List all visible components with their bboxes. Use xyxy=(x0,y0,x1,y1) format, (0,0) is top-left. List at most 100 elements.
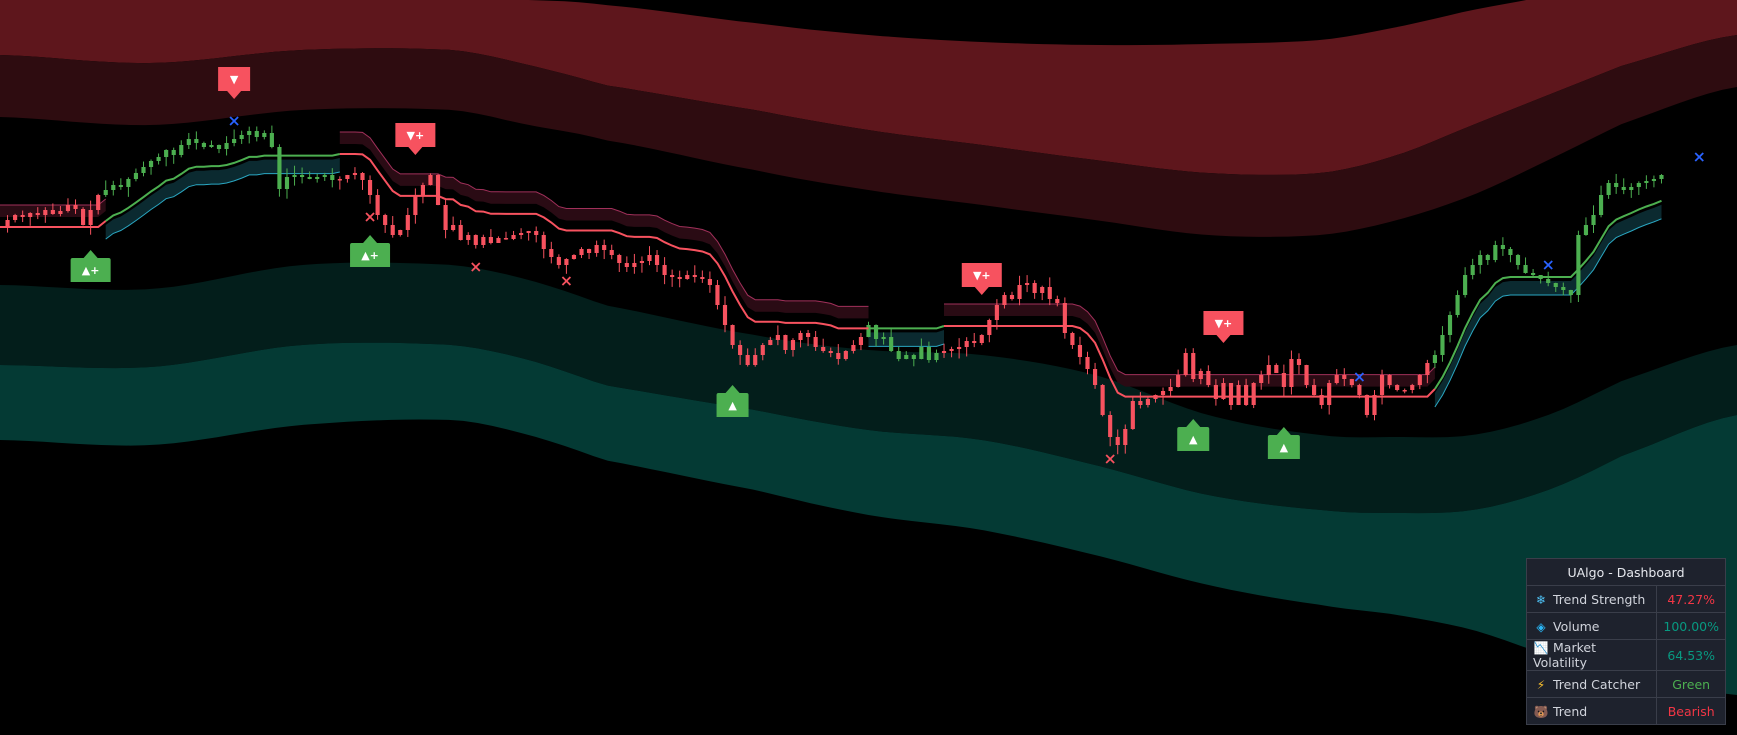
candle-body xyxy=(1160,391,1166,395)
candle-body xyxy=(904,355,909,359)
candle-body xyxy=(775,335,780,340)
candle-body xyxy=(1432,355,1437,363)
candle-body xyxy=(685,275,690,279)
support-cloud xyxy=(1434,204,1662,407)
dashboard-label: Trend Catcher xyxy=(1553,676,1641,692)
candle-body xyxy=(964,341,969,347)
candle-body xyxy=(1047,287,1052,299)
candle-body xyxy=(428,175,433,185)
candle-body xyxy=(1357,385,1362,395)
candle-body xyxy=(1191,353,1196,379)
candle-body xyxy=(919,347,924,359)
dashboard-row: ◈ Volume 100.00% xyxy=(1525,612,1726,640)
candle-body xyxy=(1410,385,1415,390)
candle-body xyxy=(692,275,697,277)
candle-body xyxy=(186,139,191,145)
candle-body xyxy=(700,277,705,279)
candle-body xyxy=(549,249,554,257)
candle-body xyxy=(1395,385,1400,390)
candle-body xyxy=(1266,365,1271,375)
candle-body xyxy=(73,205,78,209)
candle-body xyxy=(1440,335,1445,355)
candle-body xyxy=(390,225,395,235)
candle-body xyxy=(564,259,569,265)
candle-body xyxy=(934,353,939,360)
candle-body xyxy=(307,177,312,179)
candle-body xyxy=(80,209,86,225)
candle-body xyxy=(35,213,40,215)
candle-body xyxy=(1364,395,1370,415)
candle-body xyxy=(624,263,629,267)
dashboard-row: 🐻 Trend Bearish xyxy=(1525,697,1726,725)
buy-signal-label: ▲+ xyxy=(350,235,391,267)
candle-body xyxy=(1508,249,1513,255)
candle-body xyxy=(579,249,584,255)
chart-down-icon: 📉 xyxy=(1533,641,1549,655)
candle-body xyxy=(254,131,259,137)
candle-body xyxy=(571,255,577,259)
candle-body xyxy=(1349,379,1354,385)
candle-body xyxy=(1077,345,1083,357)
candle-body xyxy=(65,205,71,211)
candle-body xyxy=(632,263,637,267)
candle-body xyxy=(1379,375,1385,395)
candle-body xyxy=(194,139,199,143)
candle-body xyxy=(843,351,848,359)
signal-text: ▼+ xyxy=(973,269,991,282)
candle-body xyxy=(458,225,463,240)
candle-body xyxy=(1040,287,1045,293)
candle-body xyxy=(602,245,607,250)
candle-body xyxy=(753,355,758,365)
candle-body xyxy=(851,345,856,351)
price-chart[interactable]: ▲+ ▼ ▲+ ▼+ ▲ ▼+ ▲ ▼+ ▲ xyxy=(0,0,1737,735)
candle-body xyxy=(1092,369,1098,385)
candle-body xyxy=(1606,183,1611,195)
candle-body xyxy=(806,333,811,337)
lightning-icon: ⚡ xyxy=(1536,677,1546,692)
candle-body xyxy=(926,347,931,360)
candle-body xyxy=(654,255,660,265)
x-mark-red xyxy=(365,212,375,222)
candle-body xyxy=(103,190,108,195)
signal-text: ▲+ xyxy=(361,249,379,262)
candle-body xyxy=(1485,255,1490,260)
dashboard-label-cell: ❄ Trend Strength xyxy=(1525,585,1658,613)
candle-body xyxy=(1312,385,1317,395)
signal-text: ▼+ xyxy=(1215,317,1233,330)
candle-body xyxy=(1251,383,1256,405)
candle-body xyxy=(224,143,229,149)
candle-body xyxy=(1493,245,1498,260)
candle-body xyxy=(1108,415,1113,437)
candle-body xyxy=(383,215,388,225)
candle-body xyxy=(760,345,765,355)
candle-body xyxy=(1583,225,1589,235)
candle-body xyxy=(957,347,962,349)
candle-body xyxy=(216,145,222,149)
candle-body xyxy=(179,145,184,155)
trend-line-bull xyxy=(868,325,945,330)
candle-body xyxy=(1236,385,1241,405)
candle-body xyxy=(1478,255,1483,265)
snowflake-icon: ❄ xyxy=(1535,592,1547,607)
candle-body xyxy=(911,355,916,359)
dashboard-label-cell: ⚡ Trend Catcher xyxy=(1525,670,1658,698)
candle-body xyxy=(148,161,154,167)
candle-body xyxy=(1070,333,1075,345)
candle-body xyxy=(247,131,252,135)
buy-signal-label: ▲+ xyxy=(70,250,111,282)
candle-body xyxy=(866,325,871,337)
dashboard-row: ❄ Trend Strength 47.27% xyxy=(1525,585,1726,613)
candle-body xyxy=(118,185,123,187)
candle-body xyxy=(1470,265,1475,275)
candle-body xyxy=(300,175,305,177)
candle-body xyxy=(730,325,735,345)
candle-body xyxy=(783,335,788,350)
candle-body xyxy=(322,175,327,177)
candle-body xyxy=(1206,371,1211,385)
candle-body xyxy=(617,255,622,263)
candle-body xyxy=(813,337,818,347)
candle-body xyxy=(1417,375,1422,385)
candle-body xyxy=(972,341,977,343)
candle-body xyxy=(1455,295,1460,315)
candle-body xyxy=(836,353,841,359)
